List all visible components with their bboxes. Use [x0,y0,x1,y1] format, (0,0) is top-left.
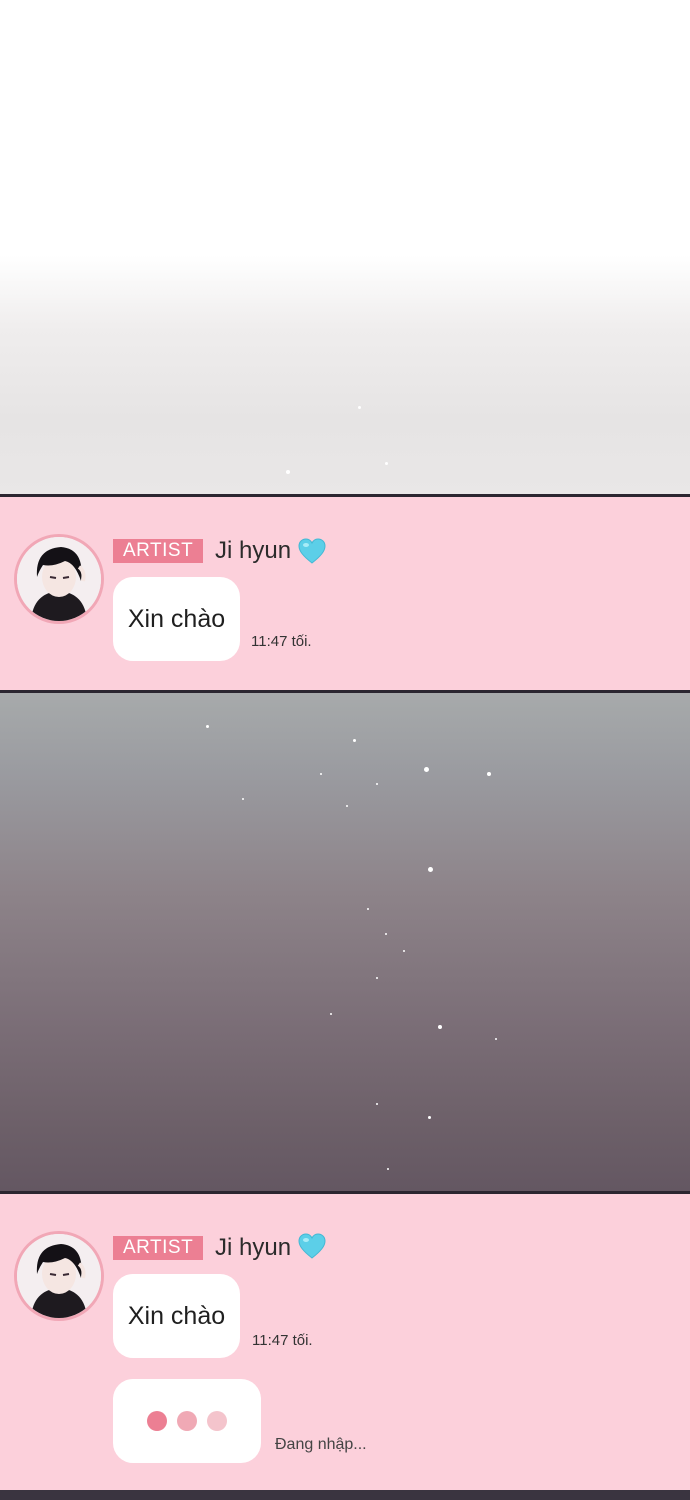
sparkle [376,977,378,979]
sparkle [438,1025,442,1029]
typing-dot [177,1411,197,1431]
sparkle [387,1168,389,1170]
sparkle [286,470,290,474]
chat-panel-1: ARTIST Ji hyun Xin chào 11:47 tối. [0,497,690,690]
sparkle [495,1038,497,1040]
avatar[interactable] [14,534,104,624]
middle-scene-panel [0,693,690,1191]
panel-divider [0,1490,690,1500]
sparkle [428,867,433,872]
sparkle [385,462,388,465]
blue-heart-icon [298,1233,326,1259]
typing-dot [207,1411,227,1431]
avatar-portrait [17,537,101,621]
sender-name[interactable]: Ji hyun [215,537,291,565]
message-timestamp: 11:47 tối. [252,1332,313,1349]
artist-badge: ARTIST [113,539,204,563]
typing-dots-icon [147,1411,227,1431]
sparkle [242,798,244,800]
sparkle [320,773,322,775]
sparkle [376,1103,378,1105]
top-scene-panel [0,0,690,494]
sparkle [487,772,491,776]
typing-indicator-bubble [113,1379,261,1463]
avatar-portrait [17,1234,101,1318]
sparkle [376,783,378,785]
message-bubble[interactable]: Xin chào [113,1274,240,1358]
artist-badge: ARTIST [113,1236,204,1260]
typing-status: Đang nhập... [275,1436,367,1453]
sparkle [353,739,356,742]
sparkle [206,725,209,728]
sparkle [403,950,405,952]
sparkle [330,1013,332,1015]
message-timestamp: 11:47 tối. [251,633,312,650]
sparkle [346,805,348,807]
message-bubble[interactable]: Xin chào [113,577,240,661]
blue-heart-icon [298,538,326,564]
sender-name[interactable]: Ji hyun [215,1234,291,1262]
sparkle [358,406,361,409]
typing-dot [147,1411,167,1431]
sparkle [367,908,369,910]
avatar[interactable] [14,1231,104,1321]
sparkle [424,767,429,772]
sparkle [428,1116,431,1119]
sparkle [385,933,387,935]
chat-panel-2: ARTIST Ji hyun Xin chào 11:47 tối. Đang … [0,1194,690,1490]
